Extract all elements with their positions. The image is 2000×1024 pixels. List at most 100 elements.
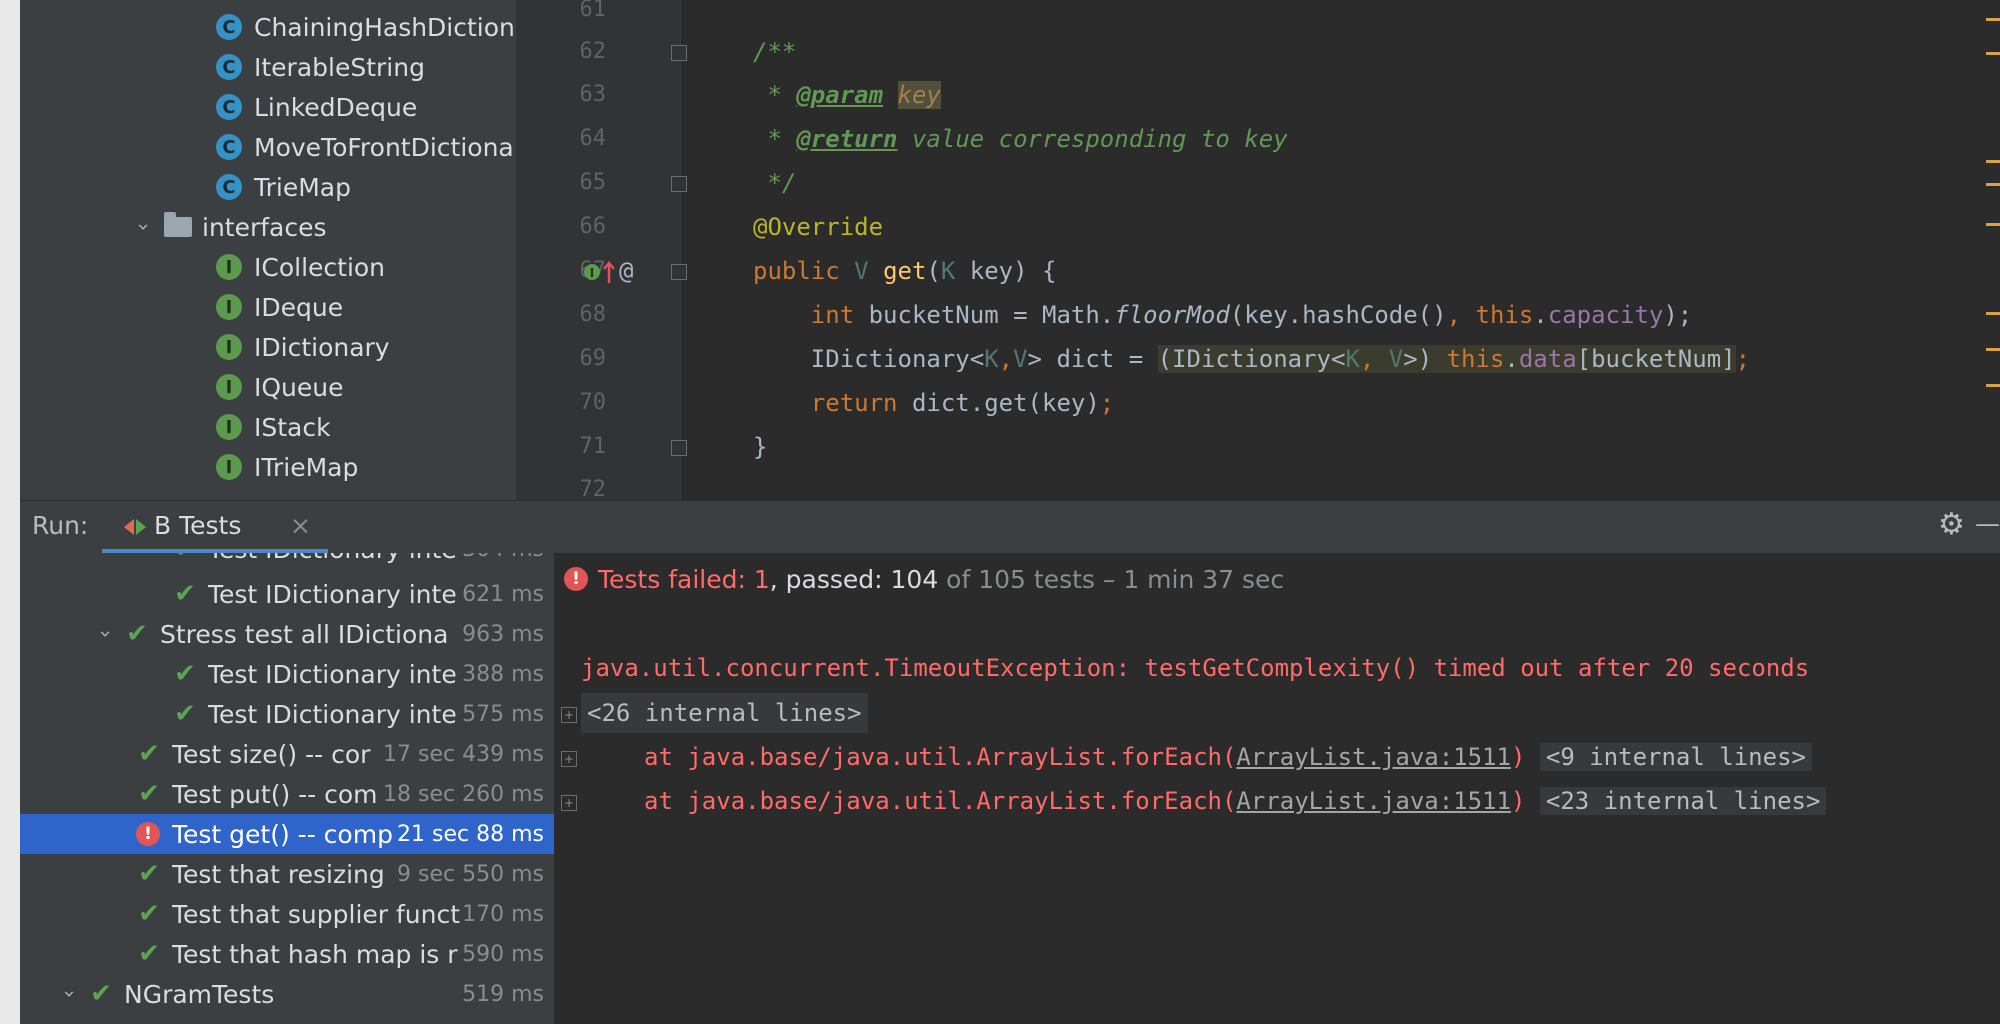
check-icon: ✔ [138, 779, 160, 809]
fold-marker[interactable] [671, 264, 687, 280]
chevron-down-icon[interactable]: › [94, 630, 118, 638]
minimize-icon[interactable]: — [1975, 509, 2000, 538]
tree-item-interfaces-folder[interactable]: › interfaces [132, 207, 327, 247]
tree-item-istack[interactable]: I IStack [216, 407, 331, 447]
tree-item-label: ICollection [254, 252, 386, 282]
error-stripe-mark[interactable] [1986, 348, 2000, 351]
test-row[interactable]: ✔ Test that hash map is r 590 ms [20, 934, 554, 974]
line-number: 61 [579, 0, 607, 22]
close-icon[interactable]: × [290, 511, 311, 540]
tree-item-label: IQueue [254, 372, 344, 402]
code-line-69: IDictionary<K,V> dict = (IDictionary<K, … [810, 345, 1751, 373]
tree-item-iqueue[interactable]: I IQueue [216, 367, 344, 407]
tree-item-movetofrontdictionary[interactable]: C MoveToFrontDictionar [216, 127, 516, 167]
check-icon: ✔ [174, 579, 196, 609]
tree-item-idictionary[interactable]: I IDictionary [216, 327, 390, 367]
tree-item-triemap[interactable]: C TrieMap [216, 167, 351, 207]
test-row[interactable]: ✔ Test put() -- com 18 sec 260 ms [20, 774, 554, 814]
test-duration: 388 ms [462, 661, 544, 687]
test-row[interactable]: ✔ Test that resizing 9 sec 550 ms [20, 854, 554, 894]
test-name: Test get() -- comp [172, 819, 393, 849]
source-link[interactable]: ArrayList.java:1511 [1236, 743, 1511, 771]
test-summary-bar: ! Tests failed: 1, passed: 104 of 105 te… [554, 553, 2000, 605]
expand-icon[interactable]: + [561, 795, 577, 811]
line-number: 70 [579, 390, 607, 415]
expand-icon[interactable]: + [561, 707, 577, 723]
svg-text:I: I [590, 266, 594, 280]
tree-item-label: TrieMap [254, 172, 351, 202]
test-row[interactable]: ✔ Test size() -- cor 17 sec 439 ms [20, 734, 554, 774]
error-stripe-mark[interactable] [1986, 223, 2000, 226]
error-stripe-mark[interactable] [1986, 312, 2000, 315]
fold-marker[interactable] [671, 176, 687, 192]
stack-frame-line: at java.base/java.util.ArrayList.forEach… [644, 737, 1812, 777]
class-icon: C [216, 94, 242, 120]
project-tree-panel: C ChainingHashDictiona C IterableString … [20, 0, 516, 500]
check-icon: ✔ [138, 899, 160, 929]
class-icon: C [216, 54, 242, 80]
tree-item-label: interfaces [202, 212, 327, 242]
stack-frame-line: at java.base/java.util.ArrayList.forEach… [644, 781, 1827, 821]
line-number: 66 [579, 214, 607, 239]
chevron-down-icon[interactable]: › [132, 223, 156, 231]
tree-item-linkeddeque[interactable]: C LinkedDeque [216, 87, 417, 127]
code-editor[interactable]: 61 62 63 64 65 66 67 68 69 70 71 72 I @ … [516, 0, 2000, 500]
tree-item-label: ChainingHashDictiona [254, 12, 516, 42]
tab-b-tests[interactable]: B Tests × [102, 501, 328, 553]
test-duration: 170 ms [462, 901, 544, 927]
fold-marker[interactable] [671, 440, 687, 456]
internal-lines-fold[interactable]: <23 internal lines> [1539, 787, 1827, 815]
test-row[interactable]: ✔ Test that supplier funct 170 ms [20, 894, 554, 934]
test-console[interactable]: ! Tests failed: 1, passed: 104 of 105 te… [554, 553, 2000, 1024]
line-number: 72 [579, 477, 607, 500]
internal-lines-fold[interactable]: <26 internal lines> [581, 693, 868, 733]
error-icon: ! [564, 567, 588, 591]
gear-icon[interactable]: ⚙ [1938, 507, 1965, 542]
error-stripe-mark[interactable] [1986, 384, 2000, 387]
line-number: 62 [579, 39, 607, 64]
test-row[interactable]: ✔ Test IDictionary inte 304 ms [20, 553, 554, 569]
line-number: 68 [579, 302, 607, 327]
test-name: Test that resizing [172, 859, 385, 889]
error-stripe-mark[interactable] [1986, 18, 2000, 21]
test-name: Test that supplier funct [172, 899, 460, 929]
class-icon: C [216, 14, 242, 40]
tree-item-itriemap[interactable]: I ITrieMap [216, 447, 358, 487]
tree-item-chaininghashdictionary[interactable]: C ChainingHashDictiona [216, 7, 516, 47]
code-line-66: @Override [753, 213, 884, 241]
chevron-down-icon[interactable]: › [58, 990, 82, 998]
test-duration: 963 ms [462, 621, 544, 647]
error-stripe-mark[interactable] [1986, 52, 2000, 55]
test-name: NGramTests [124, 979, 275, 1009]
test-row[interactable]: ✔ Test IDictionary inte 575 ms [20, 694, 554, 734]
override-gutter-icon[interactable]: I [583, 259, 619, 285]
check-icon: ✔ [138, 939, 160, 969]
test-row[interactable]: ✔ Test IDictionary inte 388 ms [20, 654, 554, 694]
interface-icon: I [216, 374, 242, 400]
test-group-row[interactable]: › ✔ Stress test all IDictiona 963 ms [20, 614, 554, 654]
test-duration: 21 sec 88 ms [397, 821, 544, 847]
tree-item-ideque[interactable]: I IDeque [216, 287, 343, 327]
tree-item-label: MoveToFrontDictionar [254, 132, 516, 162]
tree-item-iterablestring[interactable]: C IterableString [216, 47, 425, 87]
line-number: 63 [579, 82, 607, 107]
source-link[interactable]: ArrayList.java:1511 [1236, 787, 1511, 815]
error-stripe-mark[interactable] [1986, 160, 2000, 163]
tree-item-label: IDeque [254, 292, 344, 322]
fold-marker[interactable] [671, 45, 687, 61]
error-stripe-mark[interactable] [1986, 183, 2000, 186]
interface-icon: I [216, 414, 242, 440]
check-icon: ✔ [174, 659, 196, 689]
tree-item-icollection[interactable]: I ICollection [216, 247, 385, 287]
test-duration: 9 sec 550 ms [397, 861, 544, 887]
at-annotation-icon[interactable]: @ [619, 251, 633, 291]
test-row-selected-failed[interactable]: ! Test get() -- comp 21 sec 88 ms [20, 814, 554, 854]
internal-lines-fold[interactable]: <9 internal lines> [1539, 743, 1812, 771]
test-row[interactable]: ✔ Test IDictionary inte 621 ms [20, 574, 554, 614]
test-name: Test IDictionary inte [208, 699, 456, 729]
test-group-row[interactable]: › ✔ NGramTests 519 ms [20, 974, 554, 1014]
expand-icon[interactable]: + [561, 751, 577, 767]
tree-item-label: IStack [254, 412, 331, 442]
test-duration: 575 ms [462, 701, 544, 727]
tab-label: B Tests [154, 511, 242, 540]
